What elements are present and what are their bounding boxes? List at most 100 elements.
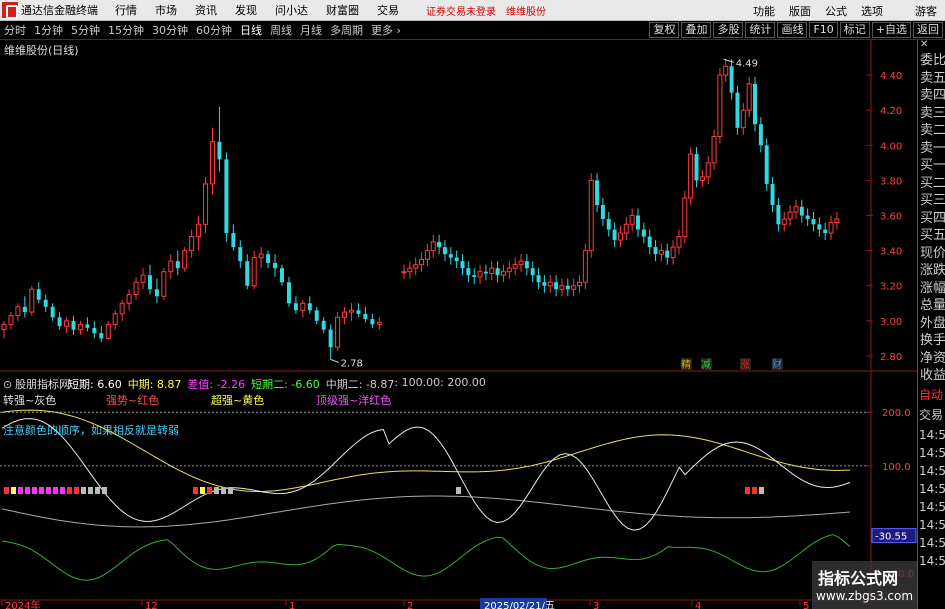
quote-field-label: 买一 [920, 158, 945, 173]
menu-item-news[interactable]: 资讯 [195, 2, 217, 18]
tool-overlay[interactable]: 叠加 [681, 22, 712, 38]
menu-item-market[interactable]: 市场 [155, 2, 177, 18]
candle-body [735, 92, 740, 128]
candle-body [787, 211, 793, 220]
price-tick-label: 2.80 [880, 352, 902, 363]
period-multi[interactable]: 多周期 [330, 22, 363, 38]
right-menu: 功能 版面 公式 选项 游客 [746, 0, 945, 21]
tool-f10[interactable]: F10 [809, 22, 838, 38]
signal-square [25, 487, 30, 494]
candle-body [542, 282, 547, 286]
candle-body [466, 268, 471, 276]
candle-body [472, 275, 477, 277]
tool-restore-rights[interactable]: 复权 [649, 22, 680, 38]
period-intraday[interactable]: 分时 [4, 22, 26, 38]
period-30min[interactable]: 30分钟 [152, 22, 188, 38]
signal-square [39, 487, 44, 494]
signal-square [74, 487, 79, 494]
watermark-title: 指标公式网 [818, 569, 899, 588]
candle-body [711, 136, 717, 164]
watermark: 指标公式网 www.zbgs3.com [812, 561, 917, 609]
candle-body [500, 271, 506, 276]
quote-field-label: 外盘 [920, 315, 945, 331]
period-15min[interactable]: 15分钟 [108, 22, 144, 38]
tick-time: 14:56 [919, 445, 945, 460]
menu-layout[interactable]: 版面 [789, 3, 811, 19]
candle-body [196, 223, 202, 238]
signal-square [88, 487, 93, 494]
auto-trade-label-2[interactable]: 交易 [918, 405, 945, 426]
signal-square [67, 487, 72, 494]
tool-statistics[interactable]: 统计 [745, 22, 776, 38]
candle-body [699, 176, 705, 181]
candle-body [140, 274, 146, 283]
candle-body [694, 154, 699, 181]
candle-body [112, 313, 118, 325]
candle-body [245, 261, 250, 286]
tool-mark[interactable]: 标记 [839, 22, 870, 38]
tool-back[interactable]: 返回 [913, 22, 943, 38]
candle-body [530, 268, 535, 276]
candle-body [834, 218, 840, 224]
watermark-url: www.zbgs3.com [816, 589, 914, 603]
menu-bar: 通达信金融终端 行情 市场 资讯 发现 问小达 财富圈 交易 证券交易未登录 维… [0, 0, 945, 21]
period-more[interactable]: 更多 [371, 22, 401, 38]
candle-body [524, 261, 529, 269]
quote-field-label: 现价 [920, 245, 945, 261]
high-label: 4.49 [736, 58, 758, 69]
menu-item-quotes[interactable]: 行情 [115, 2, 137, 18]
candle-body [266, 254, 271, 263]
auto-trade-label-1[interactable]: 自动 [918, 385, 945, 406]
candle-body [175, 261, 180, 269]
tool-add-watchlist[interactable]: +自选 [871, 22, 911, 38]
menu-item-discover[interactable]: 发现 [235, 2, 257, 18]
period-60min[interactable]: 60分钟 [196, 22, 232, 38]
guest-user[interactable]: 游客 [915, 3, 937, 19]
quote-field-label: 涨跌 [920, 263, 945, 278]
trade-login-status[interactable]: 证券交易未登录 [426, 3, 496, 18]
candle-body [161, 271, 167, 297]
event-mark-1: 减 [701, 359, 711, 371]
event-mark-3: 财 [772, 358, 782, 371]
period-daily[interactable]: 日线 [240, 22, 262, 38]
candle-body [238, 247, 243, 262]
candle-body [57, 317, 62, 327]
price-tick-label: 3.80 [880, 176, 902, 187]
date-tick-label: 1 [289, 601, 295, 609]
candle-body [629, 215, 635, 225]
signal-square [745, 487, 750, 494]
candle-body [688, 153, 694, 199]
menu-formula[interactable]: 公式 [825, 3, 847, 19]
period-1min[interactable]: 1分钟 [34, 22, 63, 38]
candle-body [670, 246, 676, 259]
date-tick-label: 2 [407, 601, 413, 609]
menu-item-ask[interactable]: 问小达 [275, 2, 308, 18]
candle-body [793, 206, 799, 213]
low-pointer [330, 358, 339, 363]
date-tick-label: 3 [593, 601, 599, 609]
candle-body [600, 204, 605, 220]
signal-square [228, 487, 233, 494]
period-monthly[interactable]: 月线 [300, 22, 322, 38]
menu-item-wealth[interactable]: 财富圈 [326, 2, 359, 18]
signal-square [102, 487, 107, 494]
quote-field-label: 买三 [920, 193, 945, 208]
indicator-line-white [1, 418, 851, 531]
app-logo-icon [2, 2, 18, 19]
menu-function[interactable]: 功能 [753, 3, 775, 19]
candle-body [740, 109, 746, 129]
tool-multi-stock[interactable]: 多股 [713, 22, 744, 38]
tick-time: 14:56 [919, 481, 945, 496]
candle-body [36, 289, 41, 300]
panel-close-icon[interactable]: ✕ [918, 40, 945, 52]
candle-body [407, 267, 413, 273]
signal-square [95, 487, 100, 494]
menu-options[interactable]: 选项 [861, 3, 883, 19]
menu-item-trade[interactable]: 交易 [377, 2, 399, 18]
quote-field-label: 卖四 [920, 88, 945, 103]
chart-canvas[interactable]: 4.40 4.20 4.00 3.80 3.60 3.40 3.20 3.00 2.80 4.4… [0, 40, 917, 609]
period-weekly[interactable]: 周线 [270, 22, 292, 38]
period-5min[interactable]: 5分钟 [71, 22, 100, 38]
tool-draw-line[interactable]: 画线 [777, 22, 808, 38]
quote-field-label: 净资 [920, 350, 945, 366]
